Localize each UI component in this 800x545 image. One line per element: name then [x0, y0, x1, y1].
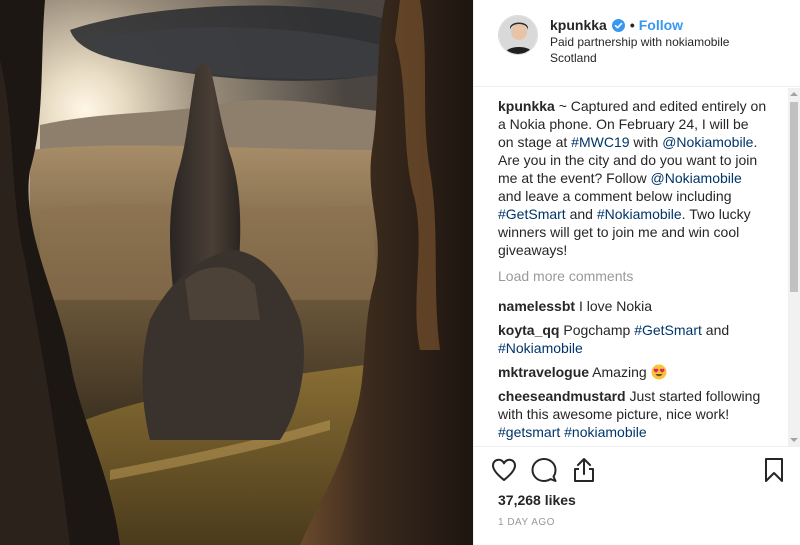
caption-text: and [565, 206, 597, 222]
hashtag-link[interactable]: #MWC19 [571, 134, 629, 150]
avatar-image [499, 16, 537, 54]
post-caption: kpunkka ~ Captured and edited entirely o… [498, 97, 768, 259]
header-top-line: kpunkka • Follow [550, 16, 729, 34]
caption-text: and leave a comment below including [498, 188, 732, 204]
comment-item: koyta_qq Pogchamp #GetSmart and #Nokiamo… [498, 321, 768, 357]
comments-scrollbar[interactable] [788, 88, 800, 446]
comment-text: Amazing [592, 364, 647, 380]
scroll-down-arrow-icon[interactable] [788, 434, 800, 446]
hashtag-link[interactable]: #getsmart [498, 424, 560, 440]
hashtag-link[interactable]: #GetSmart [634, 322, 702, 338]
comment-username[interactable]: namelessbt [498, 298, 575, 314]
post-details-panel: kpunkka • Follow Paid partnership with n… [473, 0, 800, 545]
actions-divider [474, 446, 800, 447]
comments-section: kpunkka ~ Captured and edited entirely o… [498, 97, 768, 447]
separator-dot: • [629, 17, 635, 33]
hashtag-link[interactable]: #Nokiamobile [498, 340, 583, 356]
paid-partnership-link[interactable]: Paid partnership with nokiamobile [550, 34, 729, 50]
comment-item: namelessbt I love Nokia [498, 297, 768, 315]
heart-icon[interactable] [490, 456, 518, 484]
comment-item: mktravelogue Amazing [498, 363, 768, 381]
likes-count[interactable]: 37,268 likes [498, 492, 576, 508]
caption-text: with [629, 134, 663, 150]
post-header: kpunkka • Follow Paid partnership with n… [474, 0, 800, 86]
follow-button[interactable]: Follow [639, 16, 683, 34]
hashtag-link[interactable]: #Nokiamobile [597, 206, 682, 222]
bookmark-icon[interactable] [760, 456, 788, 484]
post-photo[interactable] [0, 0, 473, 545]
comment-username[interactable]: cheeseandmustard [498, 388, 626, 404]
hashtag-link[interactable]: #GetSmart [498, 206, 566, 222]
verified-badge-icon [611, 18, 625, 32]
heart-eyes-emoji [651, 364, 667, 380]
hashtag-link[interactable]: #nokiamobile [564, 424, 647, 440]
landscape-photo [0, 0, 473, 545]
header-divider [474, 86, 800, 87]
location-link[interactable]: Scotland [550, 50, 729, 66]
comment-icon[interactable] [530, 456, 558, 484]
instagram-post: kpunkka • Follow Paid partnership with n… [0, 0, 800, 545]
load-more-comments-button[interactable]: Load more comments [498, 267, 768, 285]
comment-username[interactable]: mktravelogue [498, 364, 589, 380]
header-text: kpunkka • Follow Paid partnership with n… [550, 16, 729, 66]
share-icon[interactable] [570, 456, 598, 484]
comment-text: I love Nokia [578, 298, 653, 314]
scroll-up-arrow-icon[interactable] [788, 88, 800, 100]
caption-username[interactable]: kpunkka [498, 98, 555, 114]
post-timestamp[interactable]: 1 DAY AGO [498, 517, 555, 528]
comment-item: cheeseandmustard Just started following … [498, 387, 768, 441]
action-bar [474, 454, 800, 490]
comment-username[interactable]: koyta_qq [498, 322, 559, 338]
mention-link[interactable]: @Nokiamobile [662, 134, 753, 150]
avatar[interactable] [498, 15, 538, 55]
comment-text: Pogchamp [563, 322, 635, 338]
mention-link[interactable]: @Nokiamobile [651, 170, 742, 186]
post-username[interactable]: kpunkka [550, 16, 607, 34]
scrollbar-thumb[interactable] [790, 102, 798, 292]
comment-text: and [701, 322, 730, 338]
